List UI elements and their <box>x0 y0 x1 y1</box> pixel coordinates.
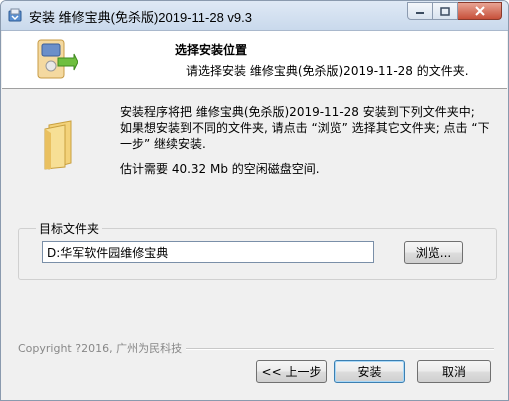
destination-path-input[interactable] <box>42 241 374 263</box>
minimize-icon <box>416 12 424 14</box>
install-description: 安装程序将把 维修宝典(免杀版)2019-11-28 安装到下列文件夹中; 如果… <box>120 105 490 151</box>
window-title: 安装 维修宝典(免杀版)2019-11-28 v9.3 <box>29 10 252 25</box>
install-button[interactable]: 安装 <box>334 360 405 383</box>
close-button[interactable] <box>458 2 502 20</box>
page-title: 选择安装位置 <box>175 43 248 57</box>
cancel-button[interactable]: 取消 <box>417 360 491 383</box>
installer-app-icon <box>8 8 22 22</box>
folder-icon <box>44 120 72 170</box>
copyright-text: Copyright ?2016, 广州为民科技 <box>18 342 183 355</box>
maximize-button[interactable] <box>433 2 458 20</box>
footer-separator <box>186 348 494 350</box>
space-required: 估计需要 40.32 Mb 的空闲磁盘空间. <box>120 162 320 176</box>
destination-group-label: 目标文件夹 <box>36 220 103 237</box>
close-icon <box>474 6 485 16</box>
title-bar[interactable]: 安装 维修宝典(免杀版)2019-11-28 v9.3 <box>1 1 508 31</box>
back-button[interactable]: << 上一步 <box>256 360 327 383</box>
window-controls <box>407 2 502 21</box>
minimize-button[interactable] <box>407 2 433 20</box>
installer-computer-icon <box>37 39 78 79</box>
maximize-icon <box>440 6 450 16</box>
browse-button[interactable]: 浏览... <box>404 241 463 264</box>
page-subtitle: 请选择安装 维修宝典(免杀版)2019-11-28 的文件夹. <box>186 64 469 78</box>
header-panel: 选择安装位置 请选择安装 维修宝典(免杀版)2019-11-28 的文件夹. <box>2 31 507 89</box>
installer-window: 安装 维修宝典(免杀版)2019-11-28 v9.3 选择安装位置 请选择安装… <box>0 0 509 401</box>
